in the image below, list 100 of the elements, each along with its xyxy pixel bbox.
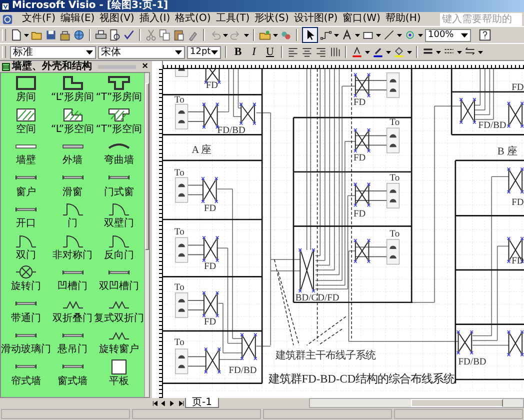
dropdown-arrow-icon[interactable] [273,34,278,36]
window-icon [14,175,38,180]
open-folder-icon[interactable] [31,29,43,41]
diagram-title: 建筑群FD-BD-CD结构的综合布线系统 [268,373,455,386]
print-preview-icon[interactable] [109,29,121,41]
menu-item[interactable]: 形状(S) [252,13,291,25]
switch-icon [201,176,218,204]
shapes-icon[interactable] [259,29,271,41]
page-tab[interactable]: 页-1 [185,398,219,408]
outlet-icon [175,69,188,77]
switch-icon [298,248,316,293]
switch-icon [354,72,371,98]
rotate-tool-icon[interactable] [404,29,416,41]
dropdown-arrow-icon[interactable] [244,34,249,36]
help-search-field[interactable]: 键入需要帮助的 [440,12,522,26]
switch-label: FD [512,82,524,93]
dropdown-arrow-icon[interactable] [223,34,228,36]
dropdown-arrow-icon[interactable] [418,34,423,36]
dropdown-arrow-icon[interactable] [86,50,93,54]
align-center-icon[interactable] [301,46,313,58]
dropdown-arrow-icon[interactable] [478,50,483,54]
dropdown-arrow-icon[interactable] [397,34,402,36]
menu-item[interactable]: 插入(I) [137,13,172,25]
app-icon [1,2,10,10]
close-button[interactable]: × [142,62,148,72]
outlet-icon [386,128,400,154]
spelling-check-icon[interactable] [123,29,135,41]
page-navigation-icon[interactable] [150,400,158,406]
style-dropdown[interactable]: 标准 [10,46,96,58]
dropdown-arrow-icon[interactable] [457,50,462,54]
format-painter-icon[interactable] [187,29,199,41]
wall-icon [14,144,38,148]
menu-item[interactable]: 工具(T) [214,13,252,25]
underline-button[interactable]: U [263,46,277,58]
dropdown-arrow-icon[interactable] [407,50,412,54]
help-icon[interactable] [479,29,491,41]
window-icon [60,175,84,180]
window-icon [107,270,131,274]
globe-icon[interactable] [73,29,85,41]
room-outline-icon [14,75,38,91]
menu-item[interactable]: 设计图(P) [292,13,340,25]
font-dropdown[interactable]: 宋体 [98,46,185,58]
menu-item[interactable]: 视图(V) [98,13,136,25]
switch-label: FD [354,98,366,108]
menu-item[interactable]: 帮助(H) [383,13,423,25]
outlet-icon [175,237,188,263]
menu-item[interactable]: 格式(O) [173,13,213,25]
dropdown-arrow-icon[interactable] [386,50,391,54]
window-icon [60,332,84,338]
outlet-label: To [174,228,184,238]
lock-icon[interactable] [59,29,71,41]
menu-item[interactable]: 文件(F) [20,13,58,25]
font-color-icon[interactable] [351,46,363,58]
switch-icon [459,98,476,124]
align-right-icon[interactable] [315,46,327,58]
document-icon[interactable] [2,14,13,24]
text-tool-icon[interactable] [341,29,353,41]
dropdown-arrow-icon[interactable] [365,50,370,54]
switch-icon [506,101,524,128]
switch-label: FD [512,256,524,266]
paste-icon[interactable] [173,29,185,41]
switch-label: FD [204,204,216,214]
align-left-icon[interactable] [287,46,299,58]
dropdown-arrow-icon[interactable] [211,50,218,54]
font-size-dropdown[interactable]: 12pt [187,46,221,58]
line-color-icon[interactable] [372,46,384,58]
dropdown-arrow-icon[interactable] [461,32,468,38]
copy-icon[interactable] [159,29,171,41]
new-document-icon[interactable] [10,29,22,41]
outlet-icon [386,239,400,265]
window-icon [14,332,38,338]
menu-item[interactable]: 窗口(W) [340,13,382,25]
dropdown-arrow-icon[interactable] [376,34,381,36]
scrollbar[interactable] [144,73,149,397]
line-tool-icon[interactable] [383,29,395,41]
fill-color-icon[interactable] [393,46,405,58]
outlet-icon [175,177,188,203]
dropdown-arrow-icon[interactable] [24,34,29,36]
italic-button[interactable]: I [247,46,261,58]
menu-item[interactable]: 编辑(E) [58,13,97,25]
connector-tool-icon[interactable] [320,29,332,41]
page-navigation-icon[interactable] [177,400,185,406]
outlet-label: To [390,230,400,240]
dropdown-arrow-icon[interactable] [175,50,182,54]
crossed-circle-icon [14,264,38,280]
dropdown-arrow-icon[interactable] [355,34,360,36]
dropdown-arrow-icon[interactable] [436,50,441,54]
scrollbar[interactable] [308,398,524,408]
bold-button[interactable]: B [231,46,245,58]
dropdown-arrow-icon[interactable] [334,34,339,36]
outlet-label: To [174,282,184,293]
rectangle-tool-icon[interactable] [362,29,374,41]
save-icon[interactable] [45,29,57,41]
building-label: A 座 [192,144,212,156]
zoom-dropdown[interactable]: 100% [425,28,471,42]
print-icon[interactable] [95,29,107,41]
switch-icon [202,291,220,318]
switch-icon [506,167,524,194]
vertical-text-icon[interactable] [329,46,341,58]
building-label: B 座 [497,146,517,158]
